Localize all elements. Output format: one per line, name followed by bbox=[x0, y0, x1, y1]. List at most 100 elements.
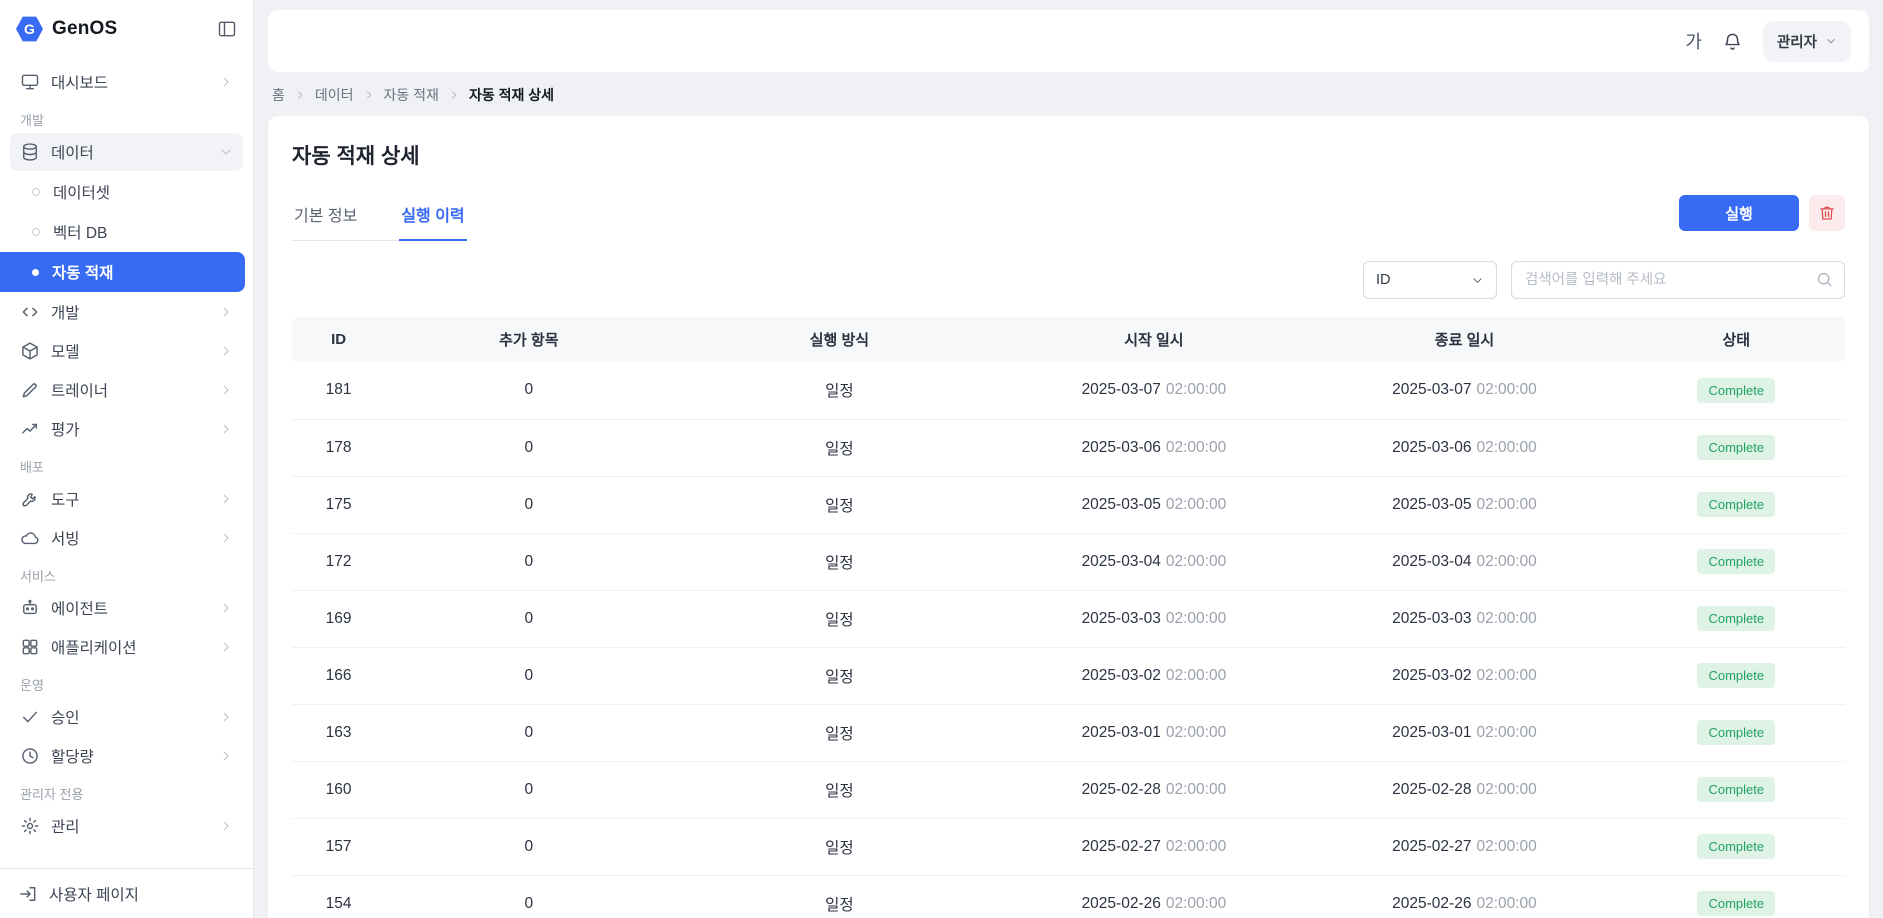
time-text: 02:00:00 bbox=[1166, 667, 1226, 684]
time-text: 02:00:00 bbox=[1476, 667, 1536, 684]
time-text: 02:00:00 bbox=[1166, 838, 1226, 855]
serving-icon bbox=[20, 528, 40, 548]
table-row: 1810일정2025-03-0702:00:002025-03-0702:00:… bbox=[292, 362, 1845, 419]
breadcrumb: 홈 데이터 자동 적재 자동 적재 상세 bbox=[272, 85, 1865, 105]
cell-added-items: 0 bbox=[385, 590, 672, 647]
top-header: 가 관리자 bbox=[268, 10, 1869, 72]
sidebar-item-trainer[interactable]: 트레이너 bbox=[10, 371, 243, 409]
breadcrumb-link[interactable]: 자동 적재 bbox=[384, 85, 439, 105]
sidebar-item-serving[interactable]: 서빙 bbox=[10, 519, 243, 557]
cell-end-datetime: 2025-02-2802:00:00 bbox=[1301, 761, 1627, 818]
sidebar-subitem-auto-load[interactable]: 자동 적재 bbox=[0, 252, 245, 292]
sidebar-item-application[interactable]: 애플리케이션 bbox=[10, 628, 243, 666]
date-text: 2025-03-05 bbox=[1082, 496, 1161, 513]
approval-icon bbox=[20, 707, 40, 727]
chevron-right-icon bbox=[219, 422, 233, 436]
agent-icon bbox=[20, 598, 40, 618]
table-row: 1570일정2025-02-2702:00:002025-02-2702:00:… bbox=[292, 818, 1845, 875]
filter-select[interactable]: ID bbox=[1363, 261, 1497, 299]
run-button[interactable]: 실행 bbox=[1679, 195, 1799, 231]
sidebar-item-tools[interactable]: 도구 bbox=[10, 480, 243, 518]
sidebar-item-development[interactable]: 개발 bbox=[10, 293, 243, 331]
cell-start-datetime: 2025-03-02 02:00:00 bbox=[1006, 647, 1301, 704]
time-text: 02:00:00 bbox=[1476, 381, 1536, 398]
sidebar-item-agent[interactable]: 에이전트 bbox=[10, 589, 243, 627]
bell-icon[interactable] bbox=[1722, 31, 1743, 52]
sidebar-item-approval[interactable]: 승인 bbox=[10, 698, 243, 736]
chevron-right-icon bbox=[219, 710, 233, 724]
database-icon bbox=[20, 142, 40, 162]
sidebar-item-model[interactable]: 모델 bbox=[10, 332, 243, 370]
evaluation-icon bbox=[20, 419, 40, 439]
date-text: 2025-03-07 bbox=[1392, 381, 1471, 398]
sidebar-item-label: 도구 bbox=[51, 488, 80, 510]
cell-status: Complete bbox=[1628, 647, 1845, 704]
date-text: 2025-03-04 bbox=[1392, 553, 1471, 570]
tabs-row: 기본 정보 실행 이력 실행 bbox=[292, 192, 1845, 241]
date-text: 2025-02-28 bbox=[1082, 781, 1161, 798]
filter-select-value: ID bbox=[1376, 272, 1391, 288]
sidebar-subitem-dataset[interactable]: 데이터셋 bbox=[10, 172, 243, 212]
time-text: 02:00:00 bbox=[1476, 439, 1536, 456]
sidebar-toggle-icon[interactable] bbox=[217, 19, 237, 39]
sidebar-item-label: 할당량 bbox=[51, 745, 94, 767]
sidebar-item-evaluation[interactable]: 평가 bbox=[10, 410, 243, 448]
sidebar-subitem-label: 자동 적재 bbox=[52, 261, 113, 283]
tab-basic-info[interactable]: 기본 정보 bbox=[292, 192, 359, 241]
status-badge: Complete bbox=[1697, 378, 1775, 403]
date-text: 2025-02-27 bbox=[1392, 838, 1471, 855]
trainer-icon bbox=[20, 380, 40, 400]
cell-status: Complete bbox=[1628, 818, 1845, 875]
delete-button[interactable] bbox=[1809, 195, 1845, 231]
cell-start-datetime: 2025-02-2702:00:00 bbox=[1006, 818, 1301, 875]
cell-run-mode: 일정 bbox=[672, 590, 1006, 647]
cell-run-mode: 일정 bbox=[672, 647, 1006, 704]
date-text: 2025-03-02 bbox=[1082, 667, 1161, 684]
column-header: 시작 일시 bbox=[1006, 317, 1301, 362]
status-badge: Complete bbox=[1697, 663, 1775, 688]
time-text: 02:00:00 bbox=[1166, 724, 1226, 741]
sidebar-section-label: 운영 bbox=[20, 679, 233, 693]
actions: 실행 bbox=[1679, 195, 1845, 241]
sidebar-item-admin[interactable]: 관리 bbox=[10, 807, 243, 845]
cell-id: 178 bbox=[292, 419, 385, 476]
cell-added-items: 0 bbox=[385, 476, 672, 533]
sidebar-subitem-vector-db[interactable]: 벡터 DB bbox=[10, 212, 243, 252]
sidebar-item-user-page[interactable]: 사용자 페이지 bbox=[0, 868, 253, 918]
cell-end-datetime: 2025-03-07 02:00:00 bbox=[1301, 362, 1627, 419]
cell-id: 181 bbox=[292, 362, 385, 419]
sidebar-item-data[interactable]: 데이터 bbox=[10, 133, 243, 171]
tab-run-history[interactable]: 실행 이력 bbox=[399, 192, 466, 241]
chevron-right-icon bbox=[219, 819, 233, 833]
profile-menu-button[interactable]: 관리자 bbox=[1763, 21, 1851, 62]
sidebar-section-label: 개발 bbox=[20, 114, 233, 128]
run-history-table: ID추가 항목실행 방식시작 일시종료 일시상태 1810일정2025-03-0… bbox=[292, 317, 1845, 918]
quota-icon bbox=[20, 746, 40, 766]
chevron-right-icon bbox=[219, 492, 233, 506]
cell-run-mode: 일정 bbox=[672, 419, 1006, 476]
status-badge: Complete bbox=[1697, 720, 1775, 745]
sidebar-item-label: 서빙 bbox=[51, 527, 80, 549]
breadcrumb-link[interactable]: 홈 bbox=[272, 85, 285, 105]
time-text: 02:00:00 bbox=[1166, 781, 1226, 798]
cell-status: Complete bbox=[1628, 362, 1845, 419]
font-size-control[interactable]: 가 bbox=[1685, 28, 1702, 54]
date-text: 2025-02-28 bbox=[1392, 781, 1471, 798]
column-header: 추가 항목 bbox=[385, 317, 672, 362]
chevron-right-icon bbox=[219, 531, 233, 545]
sidebar-item-quota[interactable]: 할당량 bbox=[10, 737, 243, 775]
tools-icon bbox=[20, 489, 40, 509]
search-input[interactable] bbox=[1511, 261, 1845, 299]
cell-start-datetime: 2025-03-0302:00:00 bbox=[1006, 590, 1301, 647]
column-header: ID bbox=[292, 317, 385, 362]
breadcrumb-link[interactable]: 데이터 bbox=[315, 85, 354, 105]
breadcrumb-current: 자동 적재 상세 bbox=[469, 85, 554, 105]
cell-end-datetime: 2025-03-0302:00:00 bbox=[1301, 590, 1627, 647]
time-text: 02:00:00 bbox=[1166, 553, 1226, 570]
date-text: 2025-03-01 bbox=[1392, 724, 1471, 741]
chevron-right-icon bbox=[219, 749, 233, 763]
status-badge: Complete bbox=[1697, 834, 1775, 859]
cell-added-items: 0 bbox=[385, 647, 672, 704]
sidebar-item-dashboard[interactable]: 대시보드 bbox=[10, 63, 243, 101]
cell-id: 169 bbox=[292, 590, 385, 647]
